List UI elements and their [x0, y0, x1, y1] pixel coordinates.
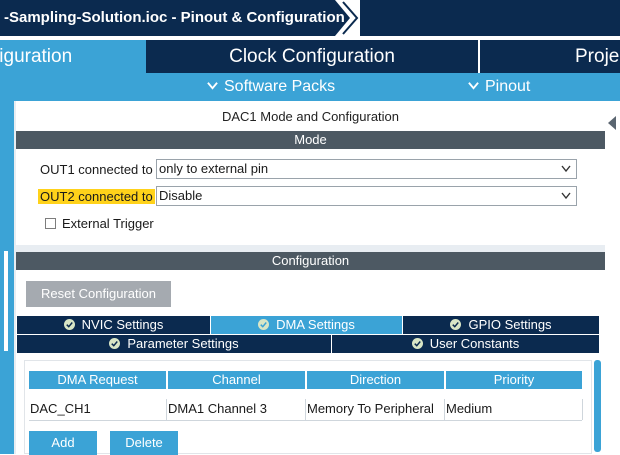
panel-title: DAC1 Mode and Configuration — [221, 109, 400, 124]
tab-label: User Constants — [429, 336, 520, 351]
cell-divider — [444, 399, 445, 420]
external-trigger-checkbox[interactable] — [45, 218, 56, 229]
cell-divider — [305, 399, 306, 420]
check-circle-icon — [109, 338, 121, 350]
column-header-direction[interactable]: Direction — [307, 371, 444, 389]
tab-user-constants[interactable]: User Constants — [332, 335, 599, 353]
check-circle-icon — [258, 319, 270, 331]
tab-label: figuration — [0, 46, 73, 67]
out2-value: Disable — [159, 188, 203, 203]
check-circle-icon — [63, 319, 75, 331]
configuration-section-header: Configuration — [16, 252, 605, 270]
pinout-menu[interactable]: Pinout — [468, 73, 530, 101]
cell-channel: DMA1 Channel 3 — [168, 401, 267, 416]
tab-nvic-settings[interactable]: NVIC Settings — [17, 316, 210, 334]
sub-tabs: Software Packs Pinout — [0, 73, 620, 101]
tab-label: Proje — [575, 46, 620, 67]
external-trigger-label: External Trigger — [62, 216, 154, 231]
tab-label: DMA Settings — [276, 317, 355, 332]
cell-direction: Memory To Peripheral — [307, 401, 434, 416]
tab-label: Parameter Settings — [127, 336, 239, 351]
column-header-dma-request[interactable]: DMA Request — [29, 371, 166, 389]
tab-clock-configuration[interactable]: Clock Configuration — [146, 40, 478, 73]
tab-project-manager[interactable]: Proje — [478, 40, 620, 73]
right-panel-edge — [605, 101, 620, 454]
column-header-channel[interactable]: Channel — [168, 371, 305, 389]
cell-divider — [166, 399, 167, 420]
vertical-scrollbar[interactable] — [594, 360, 601, 452]
chevron-down-icon — [468, 81, 479, 90]
reset-configuration-button[interactable]: Reset Configuration — [26, 281, 171, 307]
tab-label: Clock Configuration — [229, 46, 395, 67]
breadcrumb-chevron-icon — [342, 1, 359, 35]
out1-value: only to external pin — [159, 161, 269, 176]
dac-mode-panel: DAC1 Mode and Configuration Mode OUT1 co… — [16, 101, 605, 245]
breadcrumb-file-label: -Sampling-Solution.ioc - Pinout & Config… — [4, 9, 345, 26]
mode-section-header: Mode — [16, 131, 605, 149]
breadcrumb-trailing-bar — [360, 0, 620, 36]
add-button[interactable]: Add — [29, 431, 97, 455]
tab-gpio-settings[interactable]: GPIO Settings — [403, 316, 599, 334]
tab-parameter-settings[interactable]: Parameter Settings — [17, 335, 331, 353]
column-header-priority[interactable]: Priority — [446, 371, 582, 389]
row-divider — [29, 420, 582, 421]
delete-button[interactable]: Delete — [110, 431, 178, 455]
out1-select[interactable]: only to external pin — [156, 159, 577, 179]
chevron-down-icon — [561, 165, 571, 173]
out2-label: OUT2 connected to — [38, 189, 155, 204]
software-packs-menu[interactable]: Software Packs — [207, 73, 335, 101]
tab-label: GPIO Settings — [468, 317, 552, 332]
pinout-label: Pinout — [485, 78, 531, 95]
tab-pinout-configuration[interactable]: figuration — [0, 40, 146, 73]
cell-priority: Medium — [446, 401, 493, 416]
check-circle-icon — [450, 319, 462, 331]
check-circle-icon — [411, 338, 423, 350]
cell-dma-request: DAC_CH1 — [30, 401, 91, 416]
breadcrumb-file[interactable]: -Sampling-Solution.ioc - Pinout & Config… — [0, 0, 350, 36]
tab-label: NVIC Settings — [81, 317, 164, 332]
collapse-arrow-icon[interactable] — [607, 116, 617, 130]
out2-select[interactable]: Disable — [156, 186, 577, 206]
title-bar: -Sampling-Solution.ioc - Pinout & Config… — [0, 0, 620, 38]
chevron-down-icon — [207, 81, 218, 90]
cell-divider — [582, 399, 583, 420]
main-tabs: figuration Clock Configuration Proje — [0, 40, 620, 73]
left-panel-splitter[interactable] — [4, 251, 8, 351]
software-packs-label: Software Packs — [224, 78, 336, 95]
tab-dma-settings[interactable]: DMA Settings — [211, 316, 402, 334]
left-panel-edge — [0, 101, 14, 454]
out1-label: OUT1 connected to — [40, 162, 153, 177]
chevron-down-icon — [561, 192, 571, 200]
